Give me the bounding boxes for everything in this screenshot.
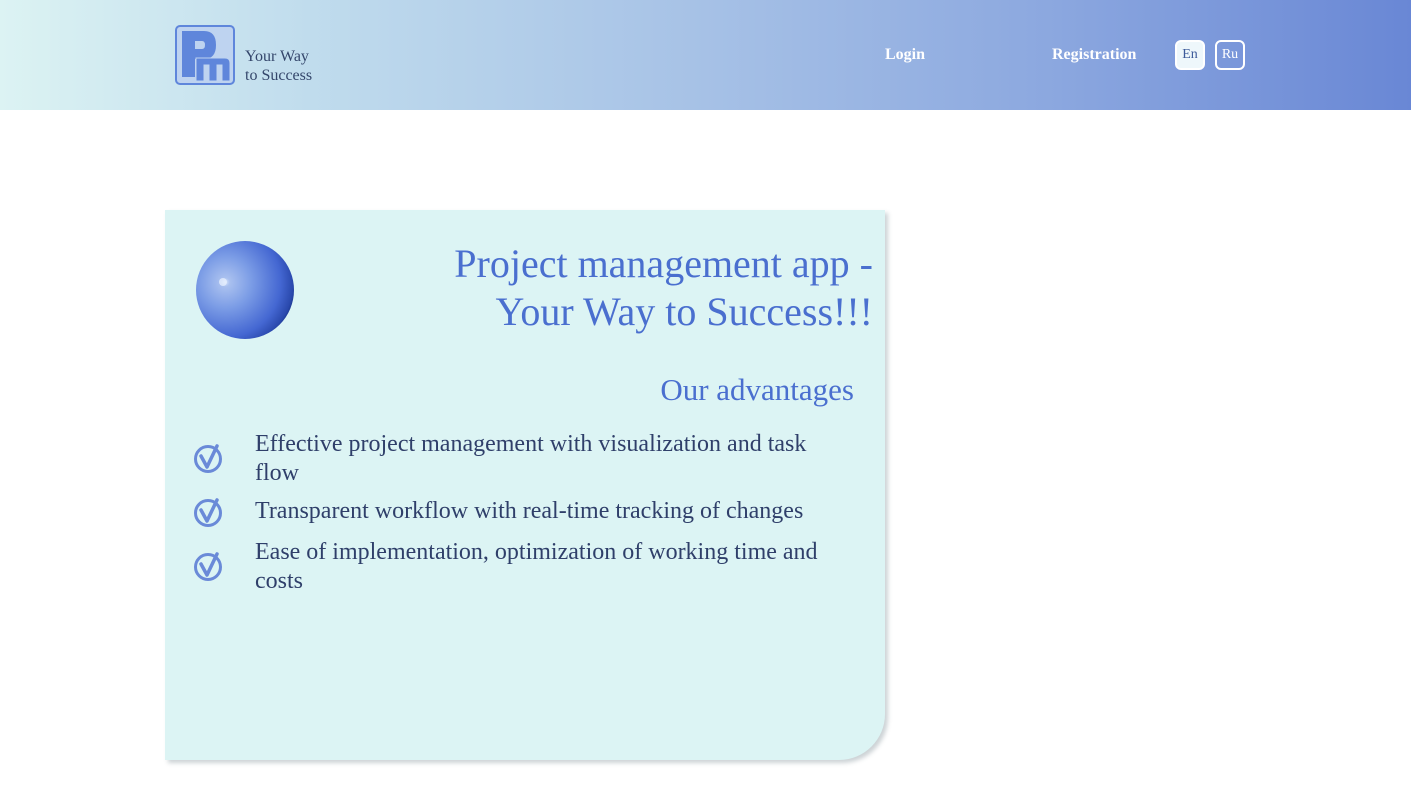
advantages-heading: Our advantages: [660, 372, 854, 407]
advantage-text: Effective project management with visual…: [255, 431, 807, 486]
tagline-line-1: Your Way: [245, 48, 309, 65]
check-circle-icon: [193, 440, 227, 474]
title-line-2: Your Way to Success!!!: [495, 289, 874, 334]
language-en-button[interactable]: En: [1175, 40, 1205, 70]
check-circle-icon: [193, 494, 227, 528]
advantage-text: Transparent workflow with real-time trac…: [255, 498, 804, 524]
pm-logo-icon[interactable]: [175, 25, 235, 85]
check-circle-icon: [193, 548, 227, 582]
registration-link[interactable]: Registration: [1052, 45, 1136, 65]
advantages-card: Project management app - Your Way to Suc…: [165, 210, 885, 760]
blue-sphere-icon: [195, 240, 295, 340]
tagline-line-2: to Success: [245, 67, 313, 84]
top-header: Your Way to Success Login Registration E…: [0, 0, 1411, 110]
title-line-1: Project management app -: [454, 241, 873, 286]
page-title: Project management app - Your Way to Suc…: [353, 240, 873, 336]
language-ru-button[interactable]: Ru: [1215, 40, 1245, 70]
advantage-text: Ease of implementation, optimization of …: [255, 539, 818, 594]
login-link[interactable]: Login: [885, 45, 925, 65]
logo-tagline: Your Way to Success: [245, 47, 312, 85]
